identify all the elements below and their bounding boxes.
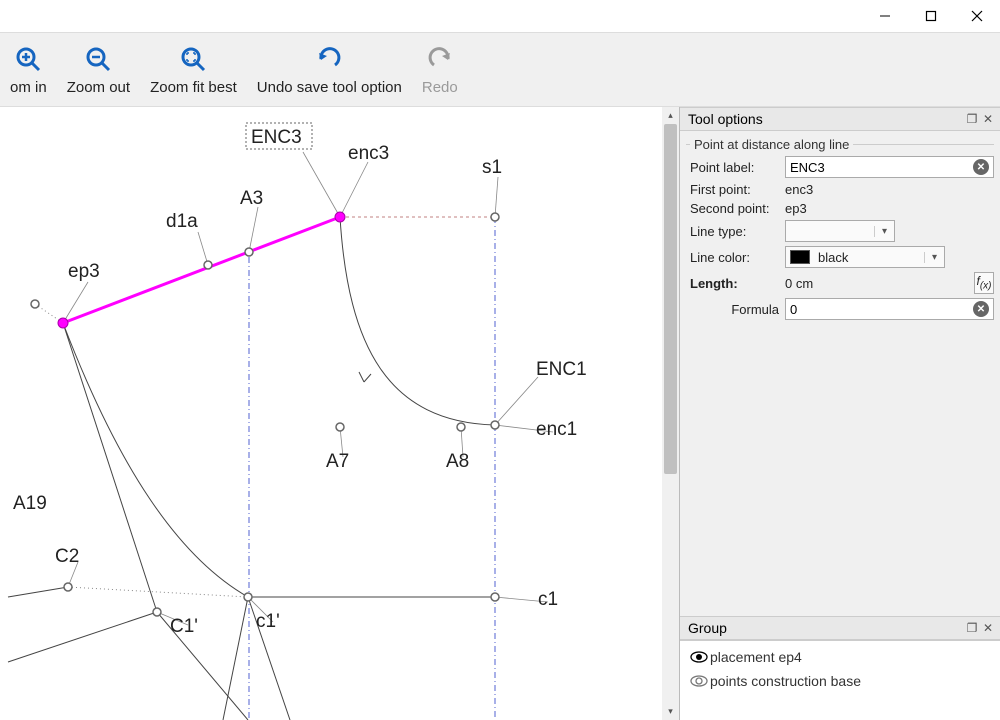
canvas-label-c1[interactable]: c1 [538,589,558,610]
canvas-label-ep3[interactable]: ep3 [68,261,100,282]
chevron-down-icon: ▾ [924,252,944,263]
point-label-input[interactable] [790,160,973,175]
canvas-label-A3[interactable]: A3 [240,188,263,209]
canvas-label-A7[interactable]: A7 [326,451,349,472]
zoom-fit-button[interactable]: Zoom fit best [140,33,247,106]
first-point-label: First point: [690,182,785,197]
canvas-vertical-scrollbar[interactable]: ▴ ▾ [662,107,679,720]
line-color-value: black [814,250,924,265]
group-item[interactable]: placement ep4 [682,645,998,669]
color-swatch [790,250,810,264]
visibility-eye-icon[interactable] [688,675,710,687]
main-area: ENC3 enc3 s1 A3 d1a ep3 A19 C2 C1' c1' A… [0,107,1000,720]
zoom-in-button[interactable]: om in [0,33,57,106]
canvas-label-A8[interactable]: A8 [446,451,469,472]
undock-icon[interactable]: ❐ [964,621,980,635]
minimize-button[interactable] [862,0,908,32]
length-value: 0 cm [785,276,970,291]
redo-button[interactable]: Redo [412,33,468,106]
canvas-label-s1[interactable]: s1 [482,157,502,178]
scrollbar-thumb[interactable] [664,124,677,474]
tool-options-body: Point at distance along line Point label… [680,131,1000,616]
group-panel-header[interactable]: Group ❐ ✕ [680,616,1000,640]
zoom-in-icon [14,43,42,75]
undock-icon[interactable]: ❐ [964,112,980,126]
second-point-value: ep3 [785,201,994,216]
zoom-out-label: Zoom out [67,79,130,96]
canvas-label-ENC1[interactable]: ENC1 [536,359,587,380]
maximize-button[interactable] [908,0,954,32]
undo-label: Undo save tool option [257,79,402,96]
group-panel-title: Group [688,620,964,636]
clear-formula-icon[interactable]: ✕ [973,301,989,317]
zoom-out-icon [84,43,112,75]
tool-options-header[interactable]: Tool options ❐ ✕ [680,107,1000,131]
line-color-combo[interactable]: black ▾ [785,246,945,268]
group-panel-body: placement ep4 points construction base [680,640,1000,720]
group-item[interactable]: points construction base [682,669,998,693]
main-toolbar: om in Zoom out Zoom fit best Undo save t… [0,32,1000,107]
zoom-fit-label: Zoom fit best [150,79,237,96]
canvas-label-enc3[interactable]: enc3 [348,143,389,164]
zoom-fit-icon [179,43,207,75]
zoom-out-button[interactable]: Zoom out [57,33,140,106]
length-label: Length: [690,276,785,291]
line-type-combo[interactable]: ▾ [785,220,895,242]
canvas-label-enc1[interactable]: enc1 [536,419,577,440]
line-color-label: Line color: [690,250,785,265]
canvas-label-C1p[interactable]: C1' [170,616,198,637]
redo-icon [426,43,454,75]
formula-input-wrap[interactable]: ✕ [785,298,994,320]
side-panels: Tool options ❐ ✕ Point at distance along… [680,107,1000,720]
window-titlebar [0,0,1000,32]
close-panel-icon[interactable]: ✕ [980,621,996,635]
drawing-canvas[interactable]: ENC3 enc3 s1 A3 d1a ep3 A19 C2 C1' c1' A… [0,107,680,720]
undo-icon [315,43,343,75]
tool-options-title: Tool options [688,111,964,127]
canvas-label-d1a[interactable]: d1a [166,211,198,232]
canvas-label-C2[interactable]: C2 [55,546,79,567]
first-point-value: enc3 [785,182,994,197]
undo-button[interactable]: Undo save tool option [247,33,412,106]
group-item-label: placement ep4 [710,649,802,665]
redo-label: Redo [422,79,458,96]
close-panel-icon[interactable]: ✕ [980,112,996,126]
canvas-label-A19[interactable]: A19 [13,493,47,514]
formula-editor-button[interactable]: f(x) [974,272,994,294]
canvas-label-ENC3[interactable]: ENC3 [251,127,302,148]
formula-input[interactable] [790,302,973,317]
close-button[interactable] [954,0,1000,32]
zoom-in-label: om in [10,79,47,96]
chevron-down-icon: ▾ [874,226,894,237]
fx-icon: f(x) [976,274,991,291]
line-type-label: Line type: [690,224,785,239]
formula-label: Formula [690,302,785,317]
second-point-label: Second point: [690,201,785,216]
point-label-input-wrap[interactable]: ✕ [785,156,994,178]
point-label-label: Point label: [690,160,785,175]
scroll-up-icon[interactable]: ▴ [662,107,679,124]
visibility-eye-icon[interactable] [688,651,710,663]
tool-section-title: Point at distance along line [690,137,853,152]
clear-point-label-icon[interactable]: ✕ [973,159,989,175]
scroll-down-icon[interactable]: ▾ [662,703,679,720]
group-item-label: points construction base [710,673,861,689]
canvas-label-c1p[interactable]: c1' [256,611,280,632]
